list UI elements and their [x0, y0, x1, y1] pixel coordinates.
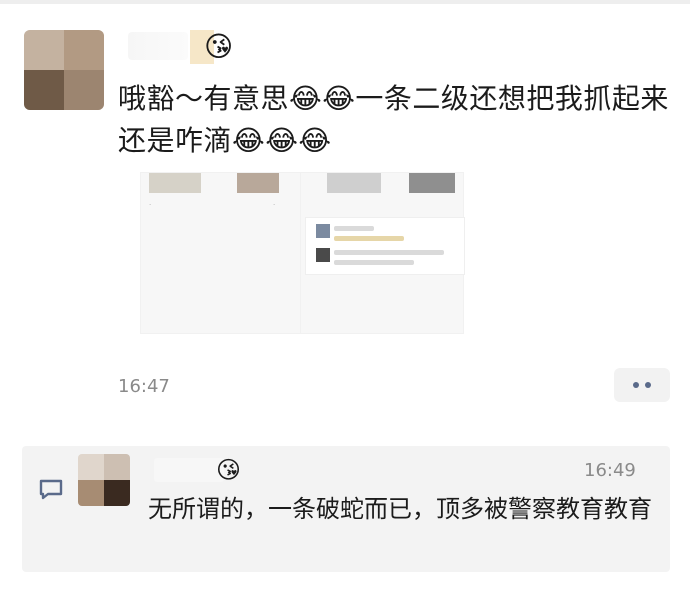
post-text: 哦豁～有意思😂😂一条二级还想把我抓起来还是咋滴😂😂😂 — [118, 82, 669, 157]
post-author-avatar[interactable] — [24, 30, 104, 110]
more-dots-icon — [633, 382, 639, 388]
comment-timestamp: 16:49 — [584, 460, 636, 481]
more-options-button[interactable] — [614, 368, 670, 402]
comment-text[interactable]: 无所谓的，一条破蛇而已，顶多被警察教育教育 — [148, 490, 658, 528]
mini-comment-card — [305, 217, 465, 275]
post-author-name-blurred[interactable] — [128, 32, 188, 60]
comment-author-name-blurred[interactable] — [154, 458, 224, 482]
post-image-right[interactable] — [300, 172, 465, 334]
post-timestamp: 16:47 — [118, 376, 170, 397]
post-image-left[interactable]: · · — [140, 172, 304, 334]
more-dots-icon-second — [645, 382, 651, 388]
post-author-name-emoji: 😘 — [190, 30, 240, 64]
comment-section: 😘 16:49 无所谓的，一条破蛇而已，顶多被警察教育教育 — [22, 446, 670, 572]
comment-icon — [39, 479, 63, 500]
comment-author-name-emoji: 😘 — [216, 456, 242, 484]
top-divider — [0, 0, 690, 4]
comment-author-avatar[interactable] — [78, 454, 130, 506]
